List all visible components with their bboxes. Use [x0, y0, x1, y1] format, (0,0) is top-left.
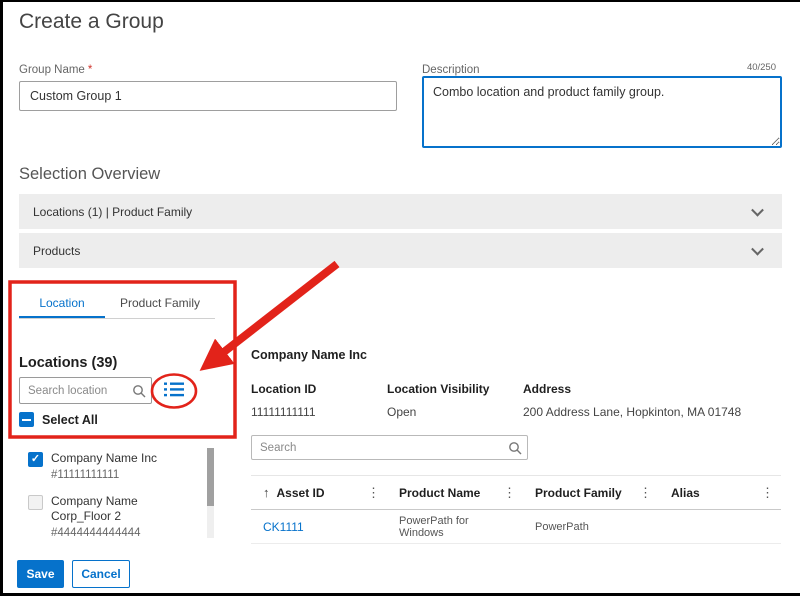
- column-header-asset-id[interactable]: ↑ Asset ID ⋮: [251, 476, 387, 509]
- asset-search: [251, 435, 528, 460]
- assets-table: ↑ Asset ID ⋮ Product Name ⋮ Product Fami…: [251, 475, 781, 544]
- asset-search-input[interactable]: [251, 435, 528, 460]
- search-icon: [132, 384, 146, 398]
- column-header-product-family[interactable]: Product Family ⋮: [523, 476, 659, 509]
- group-name-label: Group Name*: [19, 64, 92, 76]
- detail-location-visibility: Location Visibility Open: [387, 382, 489, 419]
- column-label: Product Family: [535, 486, 622, 500]
- column-label: Alias: [671, 486, 700, 500]
- column-menu-icon[interactable]: ⋮: [639, 485, 652, 501]
- description-textarea[interactable]: Combo location and product family group.: [422, 76, 782, 148]
- locations-list: ✓ Company Name Inc #11111111111 Company …: [19, 446, 205, 538]
- select-all-row[interactable]: Select All: [19, 412, 98, 427]
- location-id: #11111111111: [51, 468, 157, 483]
- column-header-product-name[interactable]: Product Name ⋮: [387, 476, 523, 509]
- list-item[interactable]: ✓ Company Name Inc #11111111111: [19, 446, 205, 489]
- detail-value: Open: [387, 405, 489, 419]
- detail-value: 11111111111: [251, 405, 316, 419]
- list-view-button[interactable]: [158, 378, 190, 404]
- detail-label: Address: [523, 382, 741, 396]
- location-name: Company Name Corp_Floor 2: [51, 494, 169, 524]
- cancel-button[interactable]: Cancel: [72, 560, 130, 588]
- accordion-products[interactable]: Products: [19, 233, 782, 268]
- description-label: Description: [422, 64, 480, 76]
- create-group-page: Create a Group Group Name* Description 4…: [0, 0, 800, 596]
- column-label: Product Name: [399, 486, 480, 500]
- select-all-label: Select All: [42, 413, 98, 427]
- search-icon: [508, 441, 522, 455]
- scrollbar-thumb[interactable]: [207, 448, 214, 506]
- sort-ascending-icon[interactable]: ↑: [263, 485, 270, 500]
- detail-value: 200 Address Lane, Hopkinton, MA 01748: [523, 405, 741, 419]
- location-search: [19, 377, 152, 404]
- detail-label: Location Visibility: [387, 382, 489, 396]
- product-family-cell: PowerPath: [523, 521, 659, 533]
- column-menu-icon[interactable]: ⋮: [761, 485, 774, 501]
- column-header-alias[interactable]: Alias ⋮: [659, 476, 781, 509]
- group-name-input[interactable]: [19, 81, 397, 111]
- accordion-label: Products: [33, 244, 80, 258]
- tab-product-family[interactable]: Product Family: [105, 289, 215, 318]
- detail-location-id: Location ID 11111111111: [251, 382, 316, 419]
- detail-label: Location ID: [251, 382, 316, 396]
- column-menu-icon[interactable]: ⋮: [503, 485, 516, 501]
- list-view-icon: [163, 381, 185, 398]
- select-all-checkbox-indeterminate[interactable]: [19, 412, 34, 427]
- left-panel-tabs: Location Product Family: [19, 289, 215, 319]
- char-count: 40/250: [747, 62, 776, 73]
- accordion-label: Locations (1) | Product Family: [33, 205, 192, 219]
- required-asterisk: *: [88, 64, 92, 76]
- locations-heading: Locations (39): [19, 355, 117, 371]
- chevron-down-icon: [751, 242, 764, 255]
- checkbox-unchecked[interactable]: [28, 495, 43, 510]
- accordion-locations-product-family[interactable]: Locations (1) | Product Family: [19, 194, 782, 229]
- detail-address: Address 200 Address Lane, Hopkinton, MA …: [523, 382, 741, 419]
- group-name-label-text: Group Name: [19, 64, 85, 76]
- location-name: Company Name Inc: [51, 451, 157, 466]
- asset-id-link[interactable]: CK1111: [251, 520, 387, 534]
- column-menu-icon[interactable]: ⋮: [367, 485, 380, 501]
- list-scrollbar[interactable]: [207, 448, 214, 538]
- company-name: Company Name Inc: [251, 348, 367, 362]
- location-id: #4444444444444: [51, 526, 169, 538]
- chevron-down-icon: [751, 203, 764, 216]
- product-name-cell: PowerPath for Windows: [387, 515, 523, 539]
- table-header-row: ↑ Asset ID ⋮ Product Name ⋮ Product Fami…: [251, 475, 781, 510]
- save-button[interactable]: Save: [17, 560, 64, 588]
- page-title: Create a Group: [19, 10, 164, 34]
- selection-overview-title: Selection Overview: [19, 165, 160, 184]
- list-item[interactable]: Company Name Corp_Floor 2 #4444444444444: [19, 489, 205, 538]
- checkbox-checked[interactable]: ✓: [28, 452, 43, 467]
- table-row: CK1111 PowerPath for Windows PowerPath: [251, 510, 781, 544]
- tab-location[interactable]: Location: [19, 289, 105, 318]
- column-label: Asset ID: [277, 486, 325, 500]
